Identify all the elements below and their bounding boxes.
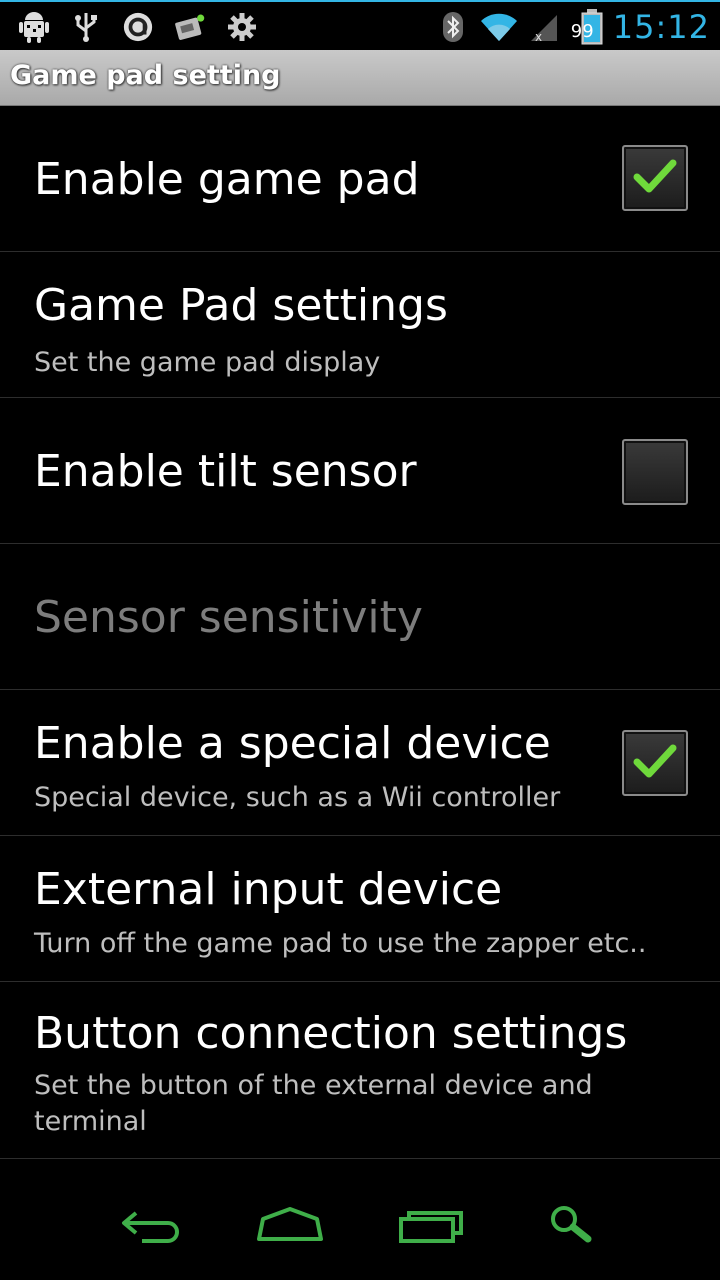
pref-enable-special-device[interactable]: Enable a special device Special device, …	[0, 690, 720, 836]
pref-title: Enable game pad	[34, 154, 420, 205]
pref-external-input-device[interactable]: External input device Turn off the game …	[0, 836, 720, 982]
settings-icon	[226, 11, 258, 43]
back-icon	[122, 1211, 179, 1243]
battery-percent: 99	[570, 21, 594, 42]
battery-icon: 99	[569, 9, 603, 45]
search-button[interactable]	[532, 1200, 612, 1250]
pref-sensor-sensitivity: Sensor sensitivity	[0, 544, 720, 690]
pref-summary: Special device, such as a Wii controller	[34, 782, 561, 813]
checkmark-icon	[633, 744, 677, 778]
pref-title: Enable tilt sensor	[34, 446, 417, 497]
pref-title: Button connection settings	[34, 1008, 628, 1059]
pref-enable-tilt-sensor[interactable]: Enable tilt sensor	[0, 398, 720, 544]
pref-summary: Set the button of the external device an…	[34, 1070, 593, 1137]
pref-button-connection-settings[interactable]: Button connection settings Set the butto…	[0, 982, 720, 1159]
pref-title: Enable a special device	[34, 718, 551, 769]
status-bar-right-icons: x 99 15:12	[437, 6, 710, 48]
android-debug-icon	[18, 11, 50, 43]
search-icon	[551, 1206, 592, 1243]
signal-icon: x	[529, 11, 559, 43]
pref-game-pad-settings[interactable]: Game Pad settings Set the game pad displ…	[0, 252, 720, 398]
pref-enable-game-pad[interactable]: Enable game pad	[0, 106, 720, 252]
pref-title: Game Pad settings	[34, 280, 448, 331]
status-bar: x 99 15:12	[0, 0, 720, 50]
preference-list: Enable game pad Game Pad settings Set th…	[0, 106, 720, 1159]
home-icon	[257, 1207, 323, 1241]
pref-summary: Turn off the game pad to use the zapper …	[34, 928, 647, 959]
svg-text:x: x	[535, 30, 542, 43]
enable-tilt-sensor-checkbox[interactable]	[622, 439, 688, 505]
checkmark-icon	[633, 159, 677, 193]
bluetooth-icon	[437, 11, 469, 43]
page-title: Game pad setting	[10, 60, 281, 91]
status-bar-left-icons	[18, 8, 258, 46]
clock: 15:12	[612, 8, 710, 46]
enable-special-device-checkbox[interactable]	[622, 730, 688, 796]
pref-title: External input device	[34, 864, 503, 915]
title-bar: Game pad setting	[0, 50, 720, 106]
navigation-bar	[0, 1160, 720, 1280]
usb-icon	[70, 11, 102, 43]
wifi-icon	[479, 11, 519, 43]
home-button[interactable]	[250, 1200, 330, 1250]
enable-game-pad-checkbox[interactable]	[622, 145, 688, 211]
recent-apps-icon	[399, 1211, 463, 1243]
back-button[interactable]	[110, 1200, 190, 1250]
recent-apps-button[interactable]	[392, 1200, 472, 1250]
pref-title: Sensor sensitivity	[34, 592, 423, 643]
pref-summary: Set the game pad display	[34, 347, 381, 378]
app-notification-icon	[122, 11, 154, 43]
sd-card-icon	[174, 11, 206, 43]
